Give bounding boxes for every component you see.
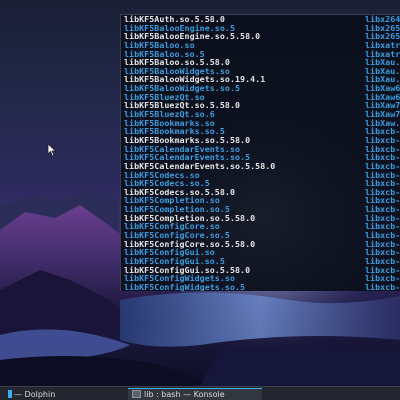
terminal-icon	[132, 390, 141, 398]
mouse-pointer-icon	[47, 143, 57, 157]
konsole-terminal-window[interactable]: libKF5Auth.so.5.58.0 libKF5BalooEngine.so…	[120, 14, 400, 291]
taskbar-item-dolphin-label: — Dolphin	[14, 390, 56, 399]
taskbar-item-konsole[interactable]: lib : bash — Konsole	[128, 388, 262, 400]
ls-output-column-right: libx264 libx265 libx265 libxatr libxatr libXa…	[365, 15, 400, 291]
folder-icon	[8, 390, 12, 398]
ls-entry: libKF5ConfigWidgets.so.5	[124, 281, 246, 291]
taskbar-item-dolphin[interactable]: — Dolphin	[0, 389, 108, 400]
ls-entry: libxcb-	[365, 281, 400, 291]
desktop: libKF5Auth.so.5.58.0 libKF5BalooEngine.so…	[0, 0, 400, 400]
taskbar-item-konsole-label: lib : bash — Konsole	[144, 390, 225, 399]
taskbar: — Dolphin lib : bash — Konsole	[0, 386, 400, 400]
ls-output-column-left: libKF5Auth.so.5.58.0 libKF5BalooEngine.so…	[124, 15, 275, 291]
